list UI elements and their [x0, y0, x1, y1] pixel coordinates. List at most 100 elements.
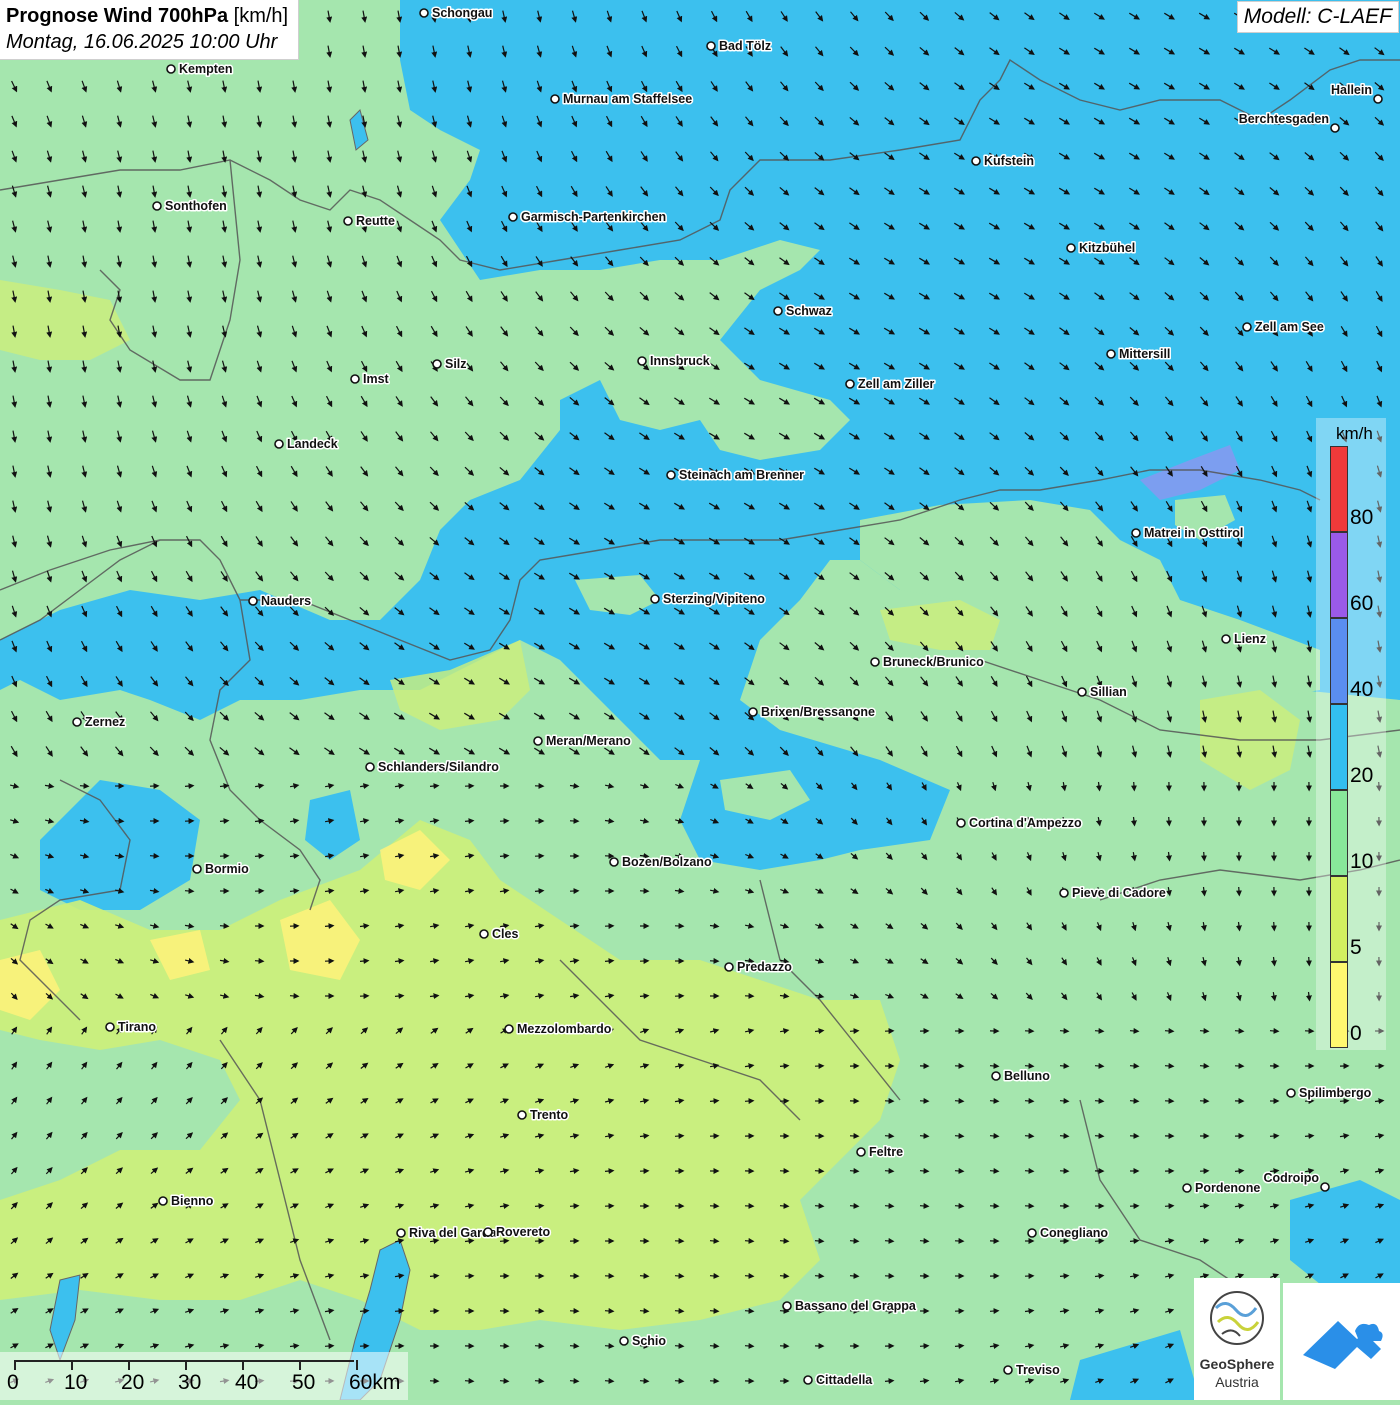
wind-arrow — [710, 1241, 718, 1242]
wind-map[interactable]: SchongauBad TölzKemptenMurnau am Staffel… — [0, 0, 1400, 1400]
city-dot — [846, 380, 854, 388]
city-sonthofen[interactable]: Sonthofen — [153, 199, 227, 213]
wind-arrow — [1165, 1206, 1173, 1207]
wind-arrow — [920, 1206, 928, 1207]
wind-arrow — [1060, 1136, 1068, 1137]
city-brixen-bressanone[interactable]: Brixen/Bressanone — [749, 705, 875, 719]
scale-label: 10 — [64, 1371, 87, 1395]
city-label: Bormio — [205, 862, 249, 876]
wind-arrow — [255, 961, 263, 962]
wind-arrow — [570, 1381, 578, 1382]
wind-arrow — [850, 1241, 858, 1242]
wind-arrow — [1169, 817, 1170, 825]
city-label: Zell am Ziller — [858, 377, 935, 391]
city-schlanders-silandro[interactable]: Schlanders/Silandro — [366, 760, 499, 774]
wind-arrow — [325, 926, 333, 927]
city-dot — [725, 963, 733, 971]
city-pieve-di-cadore[interactable]: Pieve di Cadore — [1060, 886, 1166, 900]
wind-arrow — [185, 786, 193, 787]
city-label: Schongau — [432, 6, 492, 20]
city-dot — [344, 217, 352, 225]
wind-arrow — [640, 1311, 648, 1312]
title-unit: [km/h] — [234, 5, 288, 27]
city-bassano-del-grappa[interactable]: Bassano del Grappa — [783, 1299, 917, 1313]
city-steinach-am-brenner[interactable]: Steinach am Brenner — [667, 468, 804, 482]
wind-arrow — [1060, 1031, 1068, 1032]
city-label: Lienz — [1234, 632, 1266, 646]
city-label: Nauders — [261, 594, 311, 608]
wind-arrow — [1165, 1066, 1173, 1067]
city-label: Bad Tölz — [719, 39, 771, 53]
wind-arrow — [1235, 1171, 1243, 1172]
city-dot — [159, 1197, 167, 1205]
wind-arrow — [885, 1136, 893, 1137]
city-bozen-bolzano[interactable]: Bozen/Bolzano — [610, 855, 712, 869]
title-main: Prognose Wind 700hPa — [6, 5, 228, 27]
legend-swatch — [1330, 704, 1348, 790]
city-garmisch-partenkirchen[interactable]: Garmisch-Partenkirchen — [509, 210, 666, 224]
city-label: Cittadella — [816, 1373, 873, 1387]
wind-arrow — [1130, 1066, 1138, 1067]
wind-arrow — [1025, 1066, 1033, 1067]
city-zell-am-see[interactable]: Zell am See — [1243, 320, 1324, 334]
legend-label: 10 — [1350, 850, 1373, 874]
city-dot — [1132, 529, 1140, 537]
wind-arrow — [815, 1171, 823, 1172]
scale-tick — [14, 1360, 16, 1370]
wind-arrow — [535, 1206, 543, 1207]
city-cortina-d-ampezzo[interactable]: Cortina d'Ampezzo — [957, 816, 1082, 830]
city-murnau-am-staffelsee[interactable]: Murnau am Staffelsee — [551, 92, 692, 106]
city-meran-merano[interactable]: Meran/Merano — [534, 734, 631, 748]
wind-arrow — [745, 1241, 753, 1242]
wind-arrow — [745, 1346, 753, 1347]
wind-arrow — [1130, 1031, 1138, 1032]
legend-swatch — [1330, 618, 1348, 704]
city-conegliano[interactable]: Conegliano — [1028, 1226, 1108, 1240]
wind-arrow — [955, 1206, 963, 1207]
city-label: Sillian — [1090, 685, 1127, 699]
wind-arrow — [850, 1171, 858, 1172]
city-dot — [1078, 688, 1086, 696]
wind-arrow — [780, 1206, 788, 1207]
city-dot — [972, 157, 980, 165]
scale-tick — [356, 1360, 358, 1370]
city-label: Codroipo — [1263, 1171, 1319, 1185]
wind-arrow — [850, 1206, 858, 1207]
app-logo — [1283, 1283, 1400, 1400]
city-label: Tirano — [118, 1020, 156, 1034]
legend-label: 0 — [1350, 1022, 1362, 1046]
scale-label: 0 — [7, 1371, 19, 1395]
city-sterzing-vipiteno[interactable]: Sterzing/Vipiteno — [651, 592, 765, 606]
wind-arrow — [1095, 1031, 1103, 1032]
title-box: Prognose Wind 700hPa [km/h] Montag, 16.0… — [0, 0, 299, 60]
scale-tick — [185, 1360, 187, 1370]
wind-arrow — [605, 1381, 613, 1382]
wind-arrow — [920, 1136, 928, 1137]
scale-label: 50 — [292, 1371, 315, 1395]
city-dot — [509, 213, 517, 221]
city-dot — [1028, 1229, 1036, 1237]
city-mezzolombardo[interactable]: Mezzolombardo — [505, 1022, 612, 1036]
city-dot — [1331, 124, 1339, 132]
city-matrei-in-osttirol[interactable]: Matrei in Osttirol — [1132, 526, 1243, 540]
wind-arrow — [1025, 1171, 1033, 1172]
city-label: Belluno — [1004, 1069, 1050, 1083]
wind-arrow — [1274, 922, 1275, 930]
wind-arrow — [745, 1101, 753, 1102]
legend-label: 40 — [1350, 678, 1373, 702]
wind-arrow — [955, 1346, 963, 1347]
city-dot — [783, 1302, 791, 1310]
city-pordenone[interactable]: Pordenone — [1183, 1181, 1260, 1195]
city-spilimbergo[interactable]: Spilimbergo — [1287, 1086, 1372, 1100]
city-dot — [1107, 350, 1115, 358]
wind-arrow — [1130, 1241, 1138, 1242]
city-zell-am-ziller[interactable]: Zell am Ziller — [846, 377, 935, 391]
city-bruneck-brunico[interactable]: Bruneck/Brunico — [871, 655, 984, 669]
city-label: Zell am See — [1255, 320, 1324, 334]
city-label: Conegliano — [1040, 1226, 1108, 1240]
city-label: Bozen/Bolzano — [622, 855, 712, 869]
city-dot — [707, 42, 715, 50]
wind-arrow — [1235, 1031, 1243, 1032]
city-riva-del-garda[interactable]: Riva del Garda — [397, 1226, 498, 1240]
city-dot — [153, 202, 161, 210]
